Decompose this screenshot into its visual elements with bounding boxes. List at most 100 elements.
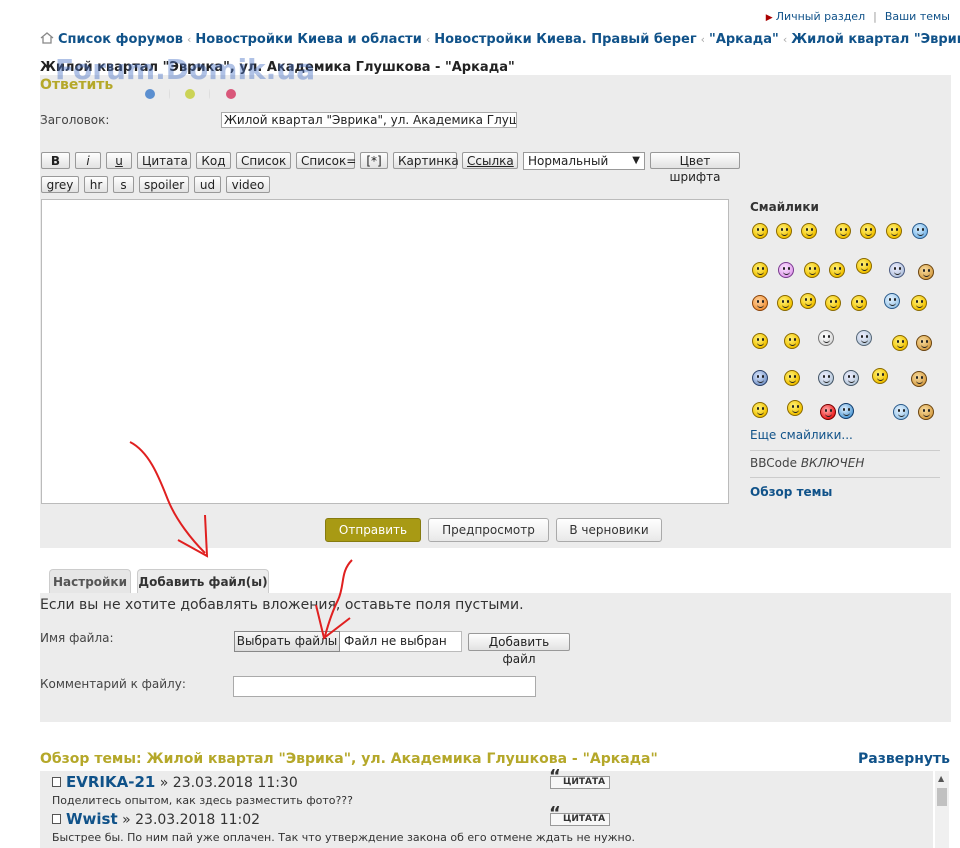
thumbs-up-icon[interactable] <box>889 262 905 278</box>
bold-button[interactable]: B <box>41 152 70 169</box>
post-author[interactable]: Wwist <box>66 810 118 828</box>
choose-files-button[interactable]: Выбрать файлы <box>234 631 340 652</box>
post-date: » 23.03.2018 11:30 <box>159 775 298 791</box>
video-button[interactable]: video <box>226 176 270 193</box>
confused-icon[interactable] <box>800 293 816 309</box>
post-icon[interactable] <box>52 777 61 787</box>
preview-button[interactable]: Предпросмотр <box>428 518 549 542</box>
review-post-header: Wwist » 23.03.2018 11:02 <box>52 810 260 828</box>
breadcrumb: Список форумов ‹ Новостройки Киева и облас… <box>40 32 960 47</box>
scroll-up-icon[interactable]: ▲ <box>938 774 944 783</box>
breadcrumb-kyiv-region[interactable]: Новостройки Киева и области <box>195 32 421 47</box>
submit-button[interactable]: Отправить <box>325 518 421 542</box>
hide-icon[interactable] <box>752 333 768 349</box>
divider <box>750 477 940 478</box>
ud-button[interactable]: ud <box>194 176 221 193</box>
spoiler-button[interactable]: spoiler <box>139 176 189 193</box>
wave-icon[interactable] <box>911 295 927 311</box>
question-icon[interactable] <box>884 293 900 309</box>
smoke-icon[interactable] <box>886 223 902 239</box>
smile-icon[interactable] <box>860 223 876 239</box>
graduate-icon[interactable] <box>784 333 800 349</box>
review-scrollbar[interactable]: ▲ <box>935 771 949 848</box>
underline-button[interactable]: u <box>106 152 132 169</box>
post-icon[interactable] <box>52 814 61 824</box>
breadcrumb-evrika[interactable]: Жилой квартал "Эврика" <box>791 32 960 47</box>
scared-icon[interactable] <box>818 370 834 386</box>
quote-bbcode-button[interactable]: Цитата <box>137 152 191 169</box>
sign-icon[interactable] <box>752 402 768 418</box>
evil-grin-icon[interactable] <box>872 368 888 384</box>
font-size-select[interactable]: Нормальный ▼ <box>523 152 645 170</box>
thumb-icon[interactable] <box>918 264 934 280</box>
shock-icon[interactable] <box>784 370 800 386</box>
sad-icon[interactable] <box>916 335 932 351</box>
hr-button[interactable]: hr <box>84 176 108 193</box>
file-status: Файл не выбран <box>340 631 462 652</box>
your-topics-link[interactable]: Ваши темы <box>885 10 950 23</box>
attachments-note: Если вы не хотите добавлять вложения, ос… <box>40 597 524 613</box>
whistle-icon[interactable] <box>801 223 817 239</box>
breadcrumb-forums[interactable]: Список форумов <box>58 32 183 47</box>
tab-options[interactable]: Настройки <box>49 569 131 594</box>
cool-icon[interactable] <box>912 223 928 239</box>
smilies-heading: Смайлики <box>750 200 819 214</box>
blush-icon[interactable] <box>752 295 768 311</box>
dislike-icon[interactable] <box>918 404 934 420</box>
protest-icon[interactable] <box>787 400 803 416</box>
breadcrumb-separator: ‹ <box>782 33 788 46</box>
tab-attach[interactable]: Добавить файл(ы) <box>137 569 269 594</box>
code-button[interactable]: Код <box>196 152 231 169</box>
divider <box>750 450 940 451</box>
smile-icon[interactable] <box>752 223 768 239</box>
file-comment-textarea[interactable] <box>233 676 536 697</box>
quote-button[interactable]: ЦИТАТА <box>549 808 611 826</box>
blah-icon[interactable] <box>893 404 909 420</box>
topic-review-link[interactable]: Обзор темы <box>750 485 832 499</box>
list-button[interactable]: Список <box>236 152 291 169</box>
smile-icon[interactable] <box>776 223 792 239</box>
breadcrumb-right-bank[interactable]: Новостройки Киева. Правый берег <box>434 32 696 47</box>
sad-icon[interactable] <box>892 335 908 351</box>
italic-button[interactable]: i <box>75 152 101 169</box>
font-color-button[interactable]: Цвет шрифта <box>650 152 740 184</box>
subject-input[interactable]: Жилой квартал "Эврика", ул. Академика Гл… <box>221 112 517 128</box>
alien-icon[interactable] <box>856 330 872 346</box>
strike-button[interactable]: s <box>113 176 134 193</box>
add-file-button[interactable]: Добавить файл <box>468 633 570 666</box>
filename-label: Имя файла: <box>40 631 114 645</box>
smile-icon[interactable] <box>829 262 845 278</box>
bbcode-status-value: ВКЛЮЧЕН <box>800 456 865 470</box>
smile-icon[interactable] <box>804 262 820 278</box>
more-smilies-link[interactable]: Еще смайлики... <box>750 428 853 442</box>
wink-icon[interactable] <box>778 262 794 278</box>
surprised-icon[interactable] <box>843 370 859 386</box>
link-button[interactable]: Ссылка <box>462 152 518 169</box>
post-text: Быстрее бы. По ним пай уже оплачен. Так … <box>52 831 635 844</box>
smile-icon[interactable] <box>777 295 793 311</box>
list-item-button[interactable]: [*] <box>360 152 388 169</box>
scroll-thumb[interactable] <box>937 788 947 806</box>
image-button[interactable]: Картинка <box>393 152 459 169</box>
personal-link[interactable]: Личный раздел <box>776 10 865 23</box>
smile-icon[interactable] <box>825 295 841 311</box>
ordered-list-button[interactable]: Список= <box>296 152 356 169</box>
home-icon[interactable] <box>40 32 54 44</box>
kiss-icon[interactable] <box>838 403 854 419</box>
dance-icon[interactable] <box>856 258 872 274</box>
breadcrumb-arkada[interactable]: "Аркада" <box>709 32 779 47</box>
angry-icon[interactable] <box>820 404 836 420</box>
breadcrumb-separator: ‹ <box>700 33 706 46</box>
smile-icon[interactable] <box>835 223 851 239</box>
shy-icon[interactable] <box>851 295 867 311</box>
save-draft-button[interactable]: В черновики <box>556 518 662 542</box>
laugh-icon[interactable] <box>752 262 768 278</box>
post-author[interactable]: EVRIKA-21 <box>66 773 155 791</box>
wizard-icon[interactable] <box>818 330 834 346</box>
quote-button[interactable]: ЦИТАТА <box>549 771 611 789</box>
message-textarea[interactable] <box>41 199 729 504</box>
blue-face-icon[interactable] <box>752 370 768 386</box>
grey-button[interactable]: grey <box>41 176 79 193</box>
expand-link[interactable]: Развернуть <box>858 751 950 767</box>
sleepy-icon[interactable] <box>911 371 927 387</box>
